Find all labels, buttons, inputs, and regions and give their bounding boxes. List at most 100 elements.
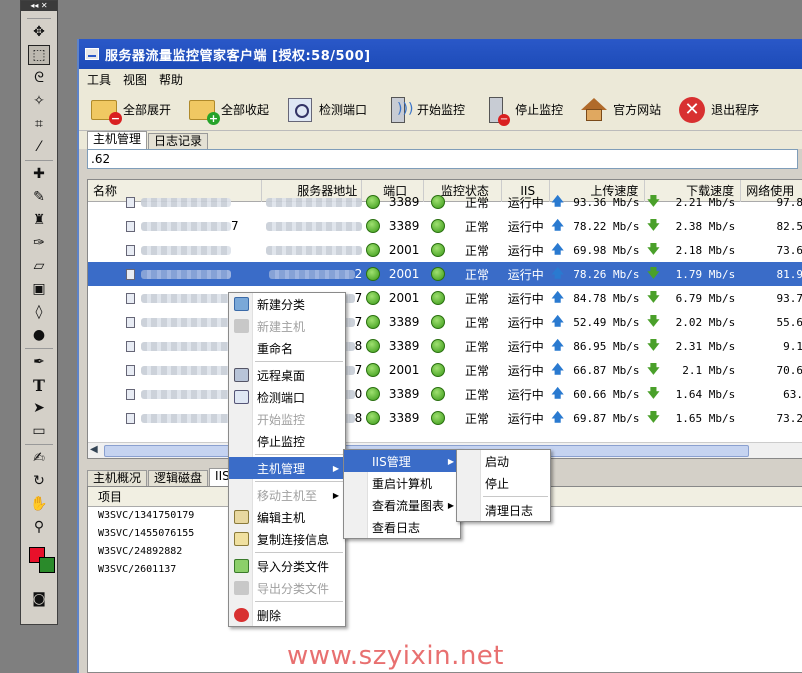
gradient-tool-icon[interactable]: ▣ bbox=[28, 279, 50, 299]
menu-help[interactable]: 帮助 bbox=[159, 71, 183, 88]
menu-tools[interactable]: 工具 bbox=[87, 71, 111, 88]
crop-tool-icon[interactable]: ⌗ bbox=[28, 114, 50, 134]
cell-iis: 运行中 bbox=[507, 411, 544, 426]
menu-delete[interactable]: 删除 bbox=[229, 604, 345, 626]
menu-start-monitor[interactable]: 开始监控 bbox=[229, 408, 345, 430]
brush-tool-icon[interactable]: ✎ bbox=[28, 187, 50, 207]
move-tool-icon[interactable]: ✥ bbox=[28, 22, 50, 42]
iis-clear-log[interactable]: 清理日志 bbox=[457, 499, 550, 521]
masked-address bbox=[266, 245, 363, 255]
menu-view[interactable]: 视图 bbox=[123, 71, 147, 88]
monitor-status-icon bbox=[431, 219, 446, 233]
menu-move-host[interactable]: 移动主机至 ▶ bbox=[229, 484, 345, 506]
quick-mask-icon[interactable]: ◙ bbox=[28, 589, 50, 609]
menu-new-category[interactable]: 新建分类 bbox=[229, 293, 345, 315]
upload-arrow-icon: 🡅 bbox=[551, 361, 564, 376]
menu-separator bbox=[483, 496, 548, 497]
search-input[interactable]: .62 bbox=[87, 149, 798, 169]
path-select-tool-icon[interactable]: ➤ bbox=[28, 398, 50, 418]
tab-host-overview[interactable]: 主机概况 bbox=[87, 470, 148, 486]
menu-edit-host[interactable]: 编辑主机 bbox=[229, 506, 345, 528]
eraser-tool-icon[interactable]: ▱ bbox=[28, 256, 50, 276]
menu-remote-desktop[interactable]: 远程桌面 bbox=[229, 364, 345, 386]
background-color[interactable] bbox=[39, 557, 55, 573]
tab-logical-disk[interactable]: 逻辑磁盘 bbox=[148, 470, 209, 486]
tab-logs[interactable]: 日志记录 bbox=[148, 133, 209, 149]
shape-tool-icon[interactable]: ▭ bbox=[28, 421, 50, 441]
marquee-tool-icon[interactable]: ⬚ bbox=[28, 45, 50, 65]
menu-host-management[interactable]: 主机管理 ▶ bbox=[229, 457, 345, 479]
iis-stop[interactable]: 停止 bbox=[457, 472, 550, 494]
color-swatches[interactable] bbox=[25, 543, 55, 583]
pen-tool-icon[interactable]: ✒ bbox=[28, 352, 50, 372]
cell-download: 6.79 Mb/s bbox=[675, 291, 736, 305]
official-site-button[interactable]: 官方网站 bbox=[579, 95, 661, 125]
start-monitor-button[interactable]: ))) 开始监控 bbox=[383, 95, 465, 125]
list-item[interactable]: W3SVC/2601137 bbox=[88, 561, 802, 579]
submenu-view-log[interactable]: 查看日志 bbox=[344, 516, 460, 538]
menu-check-port[interactable]: 检测端口 bbox=[229, 386, 345, 408]
menu-label: 重命名 bbox=[257, 341, 294, 356]
submenu-iis-management[interactable]: IIS管理 ▶ bbox=[344, 450, 460, 472]
menu-rename[interactable]: 重命名 bbox=[229, 337, 345, 359]
monitor-status-icon bbox=[431, 267, 446, 281]
address-suffix: 0 bbox=[354, 387, 363, 401]
menu-copy-connection[interactable]: 复制连接信息 bbox=[229, 528, 345, 550]
bottom-tabs: 主机概况 逻辑磁盘 IIS bbox=[87, 466, 237, 486]
zoom-tool-icon[interactable]: ⚲ bbox=[28, 517, 50, 537]
table-row[interactable]: 7 3389 正常 运行中 🡅 52.49 Mb/s 🡇 2.02 Mb/s 55.6 bbox=[88, 310, 802, 334]
table-row[interactable]: 7 2001 正常 运行中 🡅 66.87 Mb/s 🡇 2.1 Mb/s 70.6 bbox=[88, 358, 802, 382]
masked-address bbox=[268, 269, 355, 279]
menu-new-host[interactable]: 新建主机 bbox=[229, 315, 345, 337]
dodge-tool-icon[interactable]: ● bbox=[28, 325, 50, 345]
blur-tool-icon[interactable]: ◊ bbox=[28, 302, 50, 322]
history-brush-tool-icon[interactable]: ✑ bbox=[28, 233, 50, 253]
magic-wand-tool-icon[interactable]: ✧ bbox=[28, 91, 50, 111]
list-item[interactable]: W3SVC/24892882 bbox=[88, 543, 802, 561]
table-row[interactable]: 7 3389 正常 运行中 🡅 78.22 Mb/s 🡇 2.38 Mb/s 82.5 bbox=[88, 214, 802, 238]
scroll-left-icon[interactable]: ◀ bbox=[90, 444, 102, 457]
stop-monitor-button[interactable]: − 停止监控 bbox=[481, 95, 563, 126]
menu-import-category[interactable]: 导入分类文件 bbox=[229, 555, 345, 577]
table-row[interactable]: 2001 正常 运行中 🡅 69.98 Mb/s 🡇 2.18 Mb/s 73.6 bbox=[88, 238, 802, 262]
online-status-icon bbox=[366, 243, 381, 257]
submenu-restart-computer[interactable]: 重启计算机 bbox=[344, 472, 460, 494]
palette-grip[interactable] bbox=[27, 13, 51, 19]
table-row[interactable]: 0 3389 正常 运行中 🡅 60.66 Mb/s 🡇 1.64 Mb/s 63. bbox=[88, 382, 802, 406]
table-row[interactable]: 8 3389 正常 运行中 🡅 86.95 Mb/s 🡇 2.31 Mb/s 9.1 bbox=[88, 334, 802, 358]
palette-collapse-icon[interactable]: ◂◂ ✕ bbox=[21, 1, 57, 11]
hand-tool-icon[interactable]: ✋ bbox=[28, 494, 50, 514]
cell-port: 2001 bbox=[388, 267, 420, 281]
submenu-traffic-chart[interactable]: 查看流量图表 ▶ bbox=[344, 494, 460, 516]
download-arrow-icon: 🡇 bbox=[647, 409, 660, 424]
tool-divider bbox=[25, 348, 53, 349]
expand-all-button[interactable]: − 全部展开 bbox=[89, 95, 171, 125]
menu-export-category[interactable]: 导出分类文件 bbox=[229, 577, 345, 599]
check-port-button[interactable]: 检测端口 bbox=[285, 95, 367, 125]
exit-label: 退出程序 bbox=[711, 103, 760, 117]
exit-button[interactable]: ✕ 退出程序 bbox=[677, 95, 759, 125]
title-bar[interactable]: 服务器流量监控管家客户端 [授权:58/500] bbox=[79, 39, 802, 69]
tab-hosts[interactable]: 主机管理 bbox=[87, 131, 148, 149]
cell-monitor-status: 正常 bbox=[464, 291, 489, 306]
eyedropper-tool-icon[interactable]: ⁄ bbox=[28, 137, 50, 157]
table-row[interactable]: 7 2001 正常 运行中 🡅 84.78 Mb/s 🡇 6.79 Mb/s 93.7 bbox=[88, 286, 802, 310]
stamp-tool-icon[interactable]: ♜ bbox=[28, 210, 50, 230]
masked-host-name bbox=[141, 389, 231, 399]
monitor-status-icon bbox=[431, 387, 446, 401]
lasso-tool-icon[interactable]: ᘓ bbox=[28, 68, 50, 88]
type-tool-icon[interactable]: T bbox=[28, 375, 50, 395]
notes-tool-icon[interactable]: ✍ bbox=[28, 448, 50, 468]
online-status-icon bbox=[366, 339, 381, 353]
export-icon bbox=[234, 581, 249, 595]
table-row[interactable]: 2 2001 正常 运行中 🡅 78.26 Mb/s 🡇 1.79 Mb/s 81.9 bbox=[88, 262, 802, 286]
rotate-view-tool-icon[interactable]: ↻ bbox=[28, 471, 50, 491]
iis-start[interactable]: 启动 bbox=[457, 450, 550, 472]
table-row[interactable]: 8 3389 正常 运行中 🡅 69.87 Mb/s 🡇 1.65 Mb/s 73.2 bbox=[88, 406, 802, 430]
collapse-all-button[interactable]: + 全部收起 bbox=[187, 95, 269, 125]
cell-monitor-status: 正常 bbox=[464, 339, 489, 354]
cell-download: 2.31 Mb/s bbox=[675, 339, 736, 353]
healing-brush-tool-icon[interactable]: ✚ bbox=[28, 164, 50, 184]
menu-stop-monitor[interactable]: 停止监控 bbox=[229, 430, 345, 452]
menu-label: 停止监控 bbox=[257, 434, 306, 449]
